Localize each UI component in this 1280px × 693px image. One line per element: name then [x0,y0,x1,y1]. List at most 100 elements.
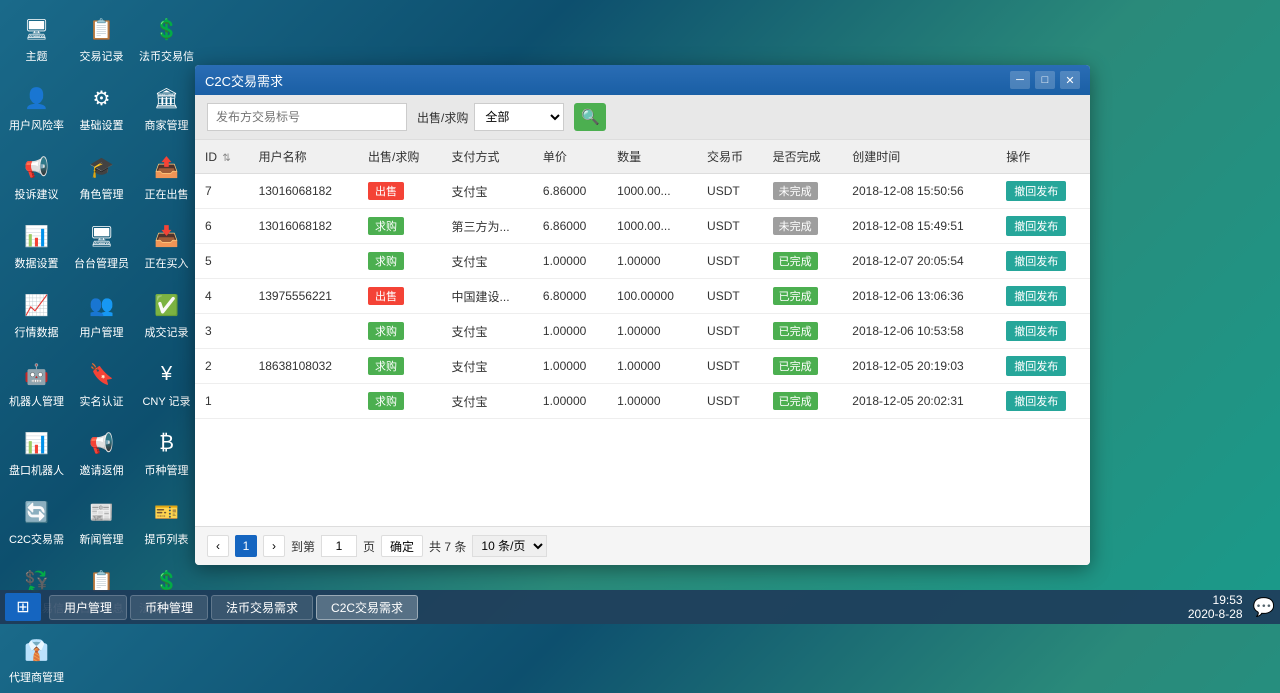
sidebar-item[interactable]: 👤 用户风险率 [5,74,68,141]
sidebar-item[interactable]: 🤖 机器人管理 [5,350,68,417]
done-badge: 已完成 [773,287,818,305]
cell-price: 6.86000 [533,174,607,209]
sidebar-item-label: 角色管理 [80,186,124,202]
sidebar-item[interactable]: 📊 数据设置 [5,212,68,279]
sidebar-item[interactable]: 📊 盘口机器人 [5,419,68,486]
sidebar-item[interactable]: 💲 法币交易信 [135,5,198,72]
sender-id-input[interactable] [207,103,407,131]
page-goto-input[interactable] [321,535,357,557]
type-badge: 求购 [368,217,404,235]
sidebar-item[interactable]: 🔖 实名认证 [70,350,133,417]
page-confirm-button[interactable]: 确定 [381,535,423,557]
action-button[interactable]: 撤回发布 [1006,391,1066,411]
sidebar-item[interactable]: 📢 投诉建议 [5,143,68,210]
sidebar-item[interactable]: 🏛 商家管理 [135,74,198,141]
close-button[interactable]: ✕ [1060,71,1080,89]
action-button[interactable]: 撤回发布 [1006,356,1066,376]
taskbar-item[interactable]: 用户管理 [49,595,127,620]
window-toolbar: 出售/求购 全部 出售 求购 🔍 [195,95,1090,140]
table-row: 7 13016068182 出售 支付宝 6.86000 1000.00... … [195,174,1090,209]
search-icon: 🔍 [581,108,600,126]
cell-price: 1.00000 [533,244,607,279]
sidebar-item[interactable]: ¥ CNY 记录 [135,350,198,417]
prev-page-button[interactable]: ‹ [207,535,229,557]
next-page-button[interactable]: › [263,535,285,557]
sidebar-item-icon: 👤 [21,82,53,114]
cell-type: 求购 [358,349,442,384]
cell-currency: USDT [697,314,763,349]
minimize-button[interactable]: ─ [1010,71,1030,89]
main-window: C2C交易需求 ─ □ ✕ 出售/求购 全部 出售 求购 🔍 [195,65,1090,565]
cell-price: 6.86000 [533,209,607,244]
sidebar-item[interactable]: 🎓 角色管理 [70,143,133,210]
window-titlebar: C2C交易需求 ─ □ ✕ [195,65,1090,95]
sidebar-item[interactable]: 👔 代理商管理 [5,626,68,693]
sidebar-item-label: 正在买入 [145,255,189,271]
action-button[interactable]: 撤回发布 [1006,216,1066,236]
sidebar-item[interactable]: 👥 用户管理 [70,281,133,348]
cell-done: 已完成 [763,279,843,314]
sidebar-item[interactable]: ✅ 成交记录 [135,281,198,348]
sidebar-item[interactable]: ⚙ 基础设置 [70,74,133,141]
cell-currency: USDT [697,349,763,384]
done-badge: 已完成 [773,357,818,375]
cell-id: 4 [195,279,249,314]
cell-id: 6 [195,209,249,244]
action-button[interactable]: 撤回发布 [1006,286,1066,306]
sidebar-item[interactable]: 📈 行情数据 [5,281,68,348]
action-button[interactable]: 撤回发布 [1006,321,1066,341]
sidebar-item-icon: ¥ [151,358,183,390]
cell-username [249,244,358,279]
search-button[interactable]: 🔍 [574,103,606,131]
cell-done: 未完成 [763,174,843,209]
sidebar-item[interactable]: 🎫 提币列表 [135,488,198,555]
page-size-select[interactable]: 10 条/页 20 条/页 50 条/页 [472,535,547,557]
sidebar-item[interactable]: 📰 新闻管理 [70,488,133,555]
table-row: 6 13016068182 求购 第三方为... 6.86000 1000.00… [195,209,1090,244]
cell-id: 3 [195,314,249,349]
start-icon: ⊞ [16,597,29,617]
type-badge: 求购 [368,252,404,270]
taskbar-item[interactable]: 币种管理 [130,595,208,620]
sidebar-item[interactable]: 📥 正在买入 [135,212,198,279]
cell-time: 2018-12-08 15:50:56 [842,174,996,209]
action-button[interactable]: 撤回发布 [1006,251,1066,271]
type-badge: 求购 [368,357,404,375]
cell-done: 未完成 [763,209,843,244]
table-row: 4 13975556221 出售 中国建设... 6.80000 100.000… [195,279,1090,314]
cell-id: 1 [195,384,249,419]
sidebar-item[interactable]: 📢 邀请返佣 [70,419,133,486]
sidebar-item-icon: 🎓 [86,151,118,183]
cell-action: 撤回发布 [996,349,1090,384]
page-1-button[interactable]: 1 [235,535,257,557]
sidebar-item[interactable]: 🖥 台台管理员 [70,212,133,279]
taskbar: ⊞ 用户管理币种管理法币交易需求C2C交易需求 19:53 2020-8-28 … [0,590,1280,624]
sidebar-item[interactable]: 📤 正在出售 [135,143,198,210]
done-badge: 未完成 [773,182,818,200]
col-price: 单价 [533,140,607,174]
start-button[interactable]: ⊞ [5,593,41,621]
maximize-button[interactable]: □ [1035,71,1055,89]
action-button[interactable]: 撤回发布 [1006,181,1066,201]
cell-time: 2018-12-05 20:02:31 [842,384,996,419]
sidebar-item[interactable]: 🔄 C2C交易需 [5,488,68,555]
cell-username: 13016068182 [249,209,358,244]
taskbar-item[interactable]: 法币交易需求 [211,595,313,620]
sidebar-item-label: 实名认证 [80,393,124,409]
chat-icon[interactable]: 💬 [1253,597,1275,618]
col-id: ID ⇅ [195,140,249,174]
sidebar-item[interactable]: ₿ 币种管理 [135,419,198,486]
trade-type-select[interactable]: 全部 出售 求购 [474,103,564,131]
table-row: 2 18638108032 求购 支付宝 1.00000 1.00000 USD… [195,349,1090,384]
type-badge: 求购 [368,392,404,410]
cell-currency: USDT [697,384,763,419]
sidebar-item-icon: 📢 [86,427,118,459]
sidebar-item[interactable]: 📋 交易记录 [70,5,133,72]
cell-id: 5 [195,244,249,279]
sidebar-item[interactable]: 🖥 主题 [5,5,68,72]
taskbar-item[interactable]: C2C交易需求 [316,595,418,620]
trade-type-filter: 出售/求购 全部 出售 求购 [417,103,564,131]
sidebar-item-icon: 📢 [21,151,53,183]
window-controls: ─ □ ✕ [1010,71,1080,89]
cell-username [249,314,358,349]
